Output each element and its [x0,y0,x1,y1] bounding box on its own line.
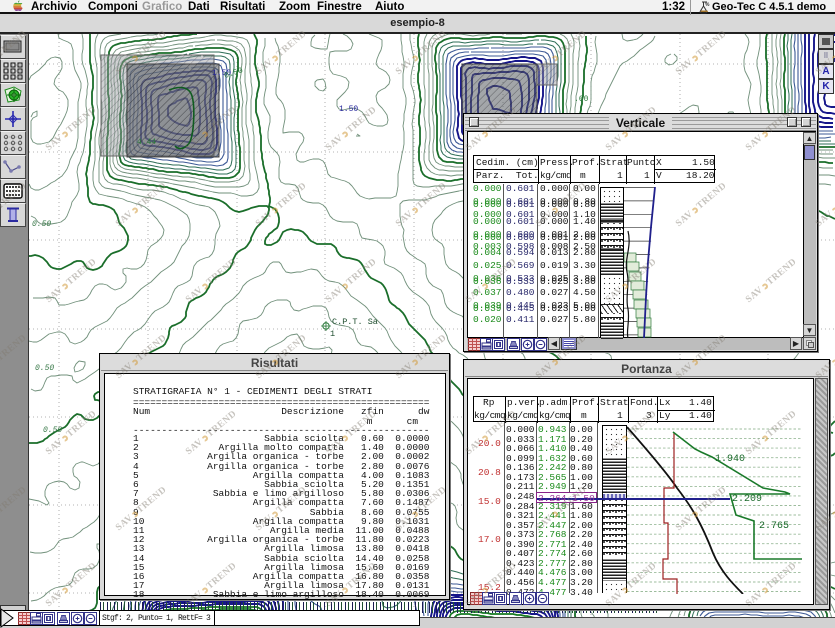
svg-text:.60: .60 [574,95,589,104]
svg-text:0.50: 0.50 [43,426,62,435]
svg-text:4.44: 4.44 [137,138,156,147]
svg-text:1.940: 1.940 [715,454,745,465]
svg-text:C.P.T. Sa: C.P.T. Sa [332,317,378,327]
svg-text:1.50: 1.50 [339,105,358,114]
svg-text:2.765: 2.765 [759,521,789,532]
svg-text:%: % [705,2,710,8]
svg-text:1: 1 [330,329,335,339]
svg-text:0.50: 0.50 [35,364,54,373]
svg-text:0.50: 0.50 [32,220,51,229]
svg-text:2.209: 2.209 [732,494,762,505]
